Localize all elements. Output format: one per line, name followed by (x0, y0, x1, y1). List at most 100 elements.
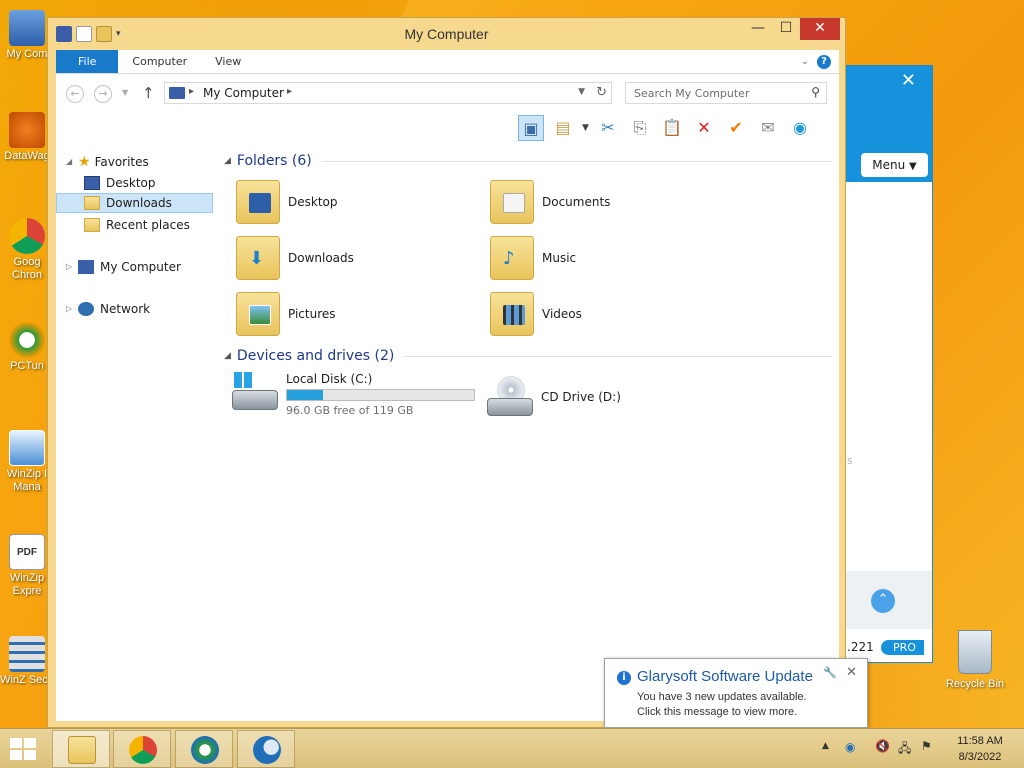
dropdown-icon[interactable]: ▼ (582, 123, 589, 133)
preview-pane-icon[interactable]: ▣ (518, 115, 544, 141)
breadcrumb-separator-icon[interactable]: ▸ (287, 86, 292, 97)
folder-pictures[interactable]: Pictures (236, 289, 466, 339)
desktop-icon-google-chrome[interactable]: Goog Chron (0, 218, 54, 282)
collapsed-arrow-icon[interactable]: ▷ (66, 299, 76, 319)
desktop-icon-winzip-express[interactable]: PDF WinZip Expre (0, 534, 54, 598)
maximize-button[interactable]: ☐ (772, 18, 800, 40)
cut-icon[interactable]: ✂ (595, 115, 621, 141)
notification-line-1: You have 3 new updates available. (637, 691, 807, 703)
drive-c-usage-bar (286, 389, 475, 401)
system-clock[interactable]: 11:58 AM 8/3/2022 (950, 733, 1010, 765)
glary-close-icon[interactable]: ✕ (901, 70, 916, 91)
expanded-arrow-icon[interactable]: ◢ (66, 152, 76, 172)
hard-drive-icon (232, 372, 278, 412)
nav-recent-places[interactable]: Recent places (84, 215, 190, 235)
devices-group-header[interactable]: ◢ Devices and drives (2) (224, 348, 832, 364)
delete-icon[interactable]: ✕ (691, 115, 717, 141)
network-tray-icon[interactable]: 🖧 (898, 739, 911, 760)
minimize-button[interactable]: — (744, 18, 772, 40)
glary-tray-icon[interactable]: ◉ (845, 740, 855, 754)
tab-computer[interactable]: Computer (118, 50, 201, 73)
action-center-flag-icon[interactable]: ⚑ (921, 739, 932, 753)
glary-header: ✕ Menu ▼ (839, 66, 932, 182)
folder-music[interactable]: ♪ Music (490, 233, 720, 283)
windows-logo-icon (10, 738, 22, 748)
glary-moon-icon (253, 736, 281, 764)
breadcrumb-separator-icon[interactable]: ▸ (189, 86, 194, 97)
collapse-group-icon[interactable]: ◢ (224, 351, 231, 361)
update-notification[interactable]: i Glarysoft Software Update You have 3 n… (604, 658, 868, 728)
expand-ribbon-icon[interactable]: ⌄ (801, 50, 809, 73)
help-icon[interactable]: ? (817, 55, 831, 69)
nav-my-computer[interactable]: ▷ My Computer (66, 257, 181, 277)
window-title: My Computer (404, 26, 489, 42)
taskbar-pctuneup[interactable] (175, 730, 233, 768)
caret-down-icon: ▼ (909, 161, 917, 172)
address-dropdown-icon[interactable]: ▼ (578, 87, 585, 97)
desktop-icon-my-computer[interactable]: My Com (0, 10, 54, 61)
nav-favorites[interactable]: ◢ ★ Favorites (66, 152, 149, 172)
collapsed-arrow-icon[interactable]: ▷ (66, 257, 76, 277)
tab-view[interactable]: View (201, 50, 255, 73)
nav-downloads[interactable]: Downloads (56, 193, 213, 213)
folder-videos[interactable]: Videos (490, 289, 720, 339)
rename-check-icon[interactable]: ✔ (723, 115, 749, 141)
star-icon: ★ (78, 154, 91, 170)
properties-folder-icon[interactable]: ▤ (550, 115, 576, 141)
taskbar-chrome[interactable] (113, 730, 171, 768)
folder-desktop[interactable]: Desktop (236, 177, 466, 227)
windows-logo-icon (234, 372, 252, 388)
copy-icon[interactable]: ⎘ (627, 115, 653, 141)
desktop-icon-winzip-image-manager[interactable]: WinZip I Mana (0, 430, 54, 494)
search-box[interactable]: Search My Computer ⚲ (625, 82, 827, 104)
search-icon[interactable]: ⚲ (811, 85, 820, 99)
pdf-icon: PDF (9, 534, 45, 570)
refresh-icon[interactable]: ↻ (596, 85, 607, 100)
desktop-icon-datawag[interactable]: DataWag (0, 112, 54, 163)
search-input[interactable]: Search My Computer (634, 87, 749, 100)
globe-icon[interactable]: ◉ (787, 115, 813, 141)
recent-locations-icon[interactable]: ▼ (122, 88, 128, 97)
taskbar-glary-utilities[interactable] (237, 730, 295, 768)
forward-button[interactable]: → (94, 85, 112, 103)
show-hidden-icons-icon[interactable]: ▲ (822, 741, 829, 751)
drive-c[interactable]: Local Disk (C:) 96.0 GB free of 119 GB (232, 372, 475, 417)
clock-time: 11:58 AM (957, 735, 1003, 747)
documents-folder-icon (490, 180, 534, 224)
music-folder-icon: ♪ (490, 236, 534, 280)
up-arrow-icon[interactable]: ↑ (142, 84, 155, 102)
glary-menu-button[interactable]: Menu ▼ (861, 153, 928, 177)
taskbar-file-explorer[interactable] (52, 730, 110, 768)
address-path[interactable]: My Computer (203, 86, 284, 100)
start-button[interactable] (8, 737, 36, 761)
email-icon[interactable]: ✉ (755, 115, 781, 141)
desktop-icon-recycle-bin[interactable]: Recycle Bin (942, 630, 1008, 690)
desktop-folder-icon (236, 180, 280, 224)
close-button[interactable]: ✕ (800, 18, 840, 40)
network-icon (78, 302, 94, 316)
paste-icon[interactable]: 📋 (659, 115, 685, 141)
wrench-icon[interactable]: 🔧 (823, 666, 837, 679)
notification-line-2: Click this message to view more. (637, 706, 798, 718)
desktop-icon-winzip-secure[interactable]: WinZ Secu (0, 636, 54, 687)
computer-icon (9, 10, 45, 46)
nav-network[interactable]: ▷ Network (66, 299, 150, 319)
desktop-icon-pctuneup[interactable]: PCTun (0, 322, 54, 373)
nav-desktop[interactable]: Desktop (84, 173, 156, 193)
cd-drive-icon (487, 376, 533, 416)
drive-c-free-space: 96.0 GB free of 119 GB (286, 404, 414, 417)
scroll-up-icon[interactable]: ⌃ (871, 589, 895, 613)
folders-group-header[interactable]: ◢ Folders (6) (224, 153, 832, 169)
taskbar: ▲ ◉ 🔇 🖧 ⚑ 11:58 AM 8/3/2022 (0, 728, 1024, 768)
folder-downloads[interactable]: ⬇ Downloads (236, 233, 466, 283)
address-bar[interactable]: ▸ My Computer ▸ ▼ ↻ (164, 82, 612, 104)
tab-file[interactable]: File (56, 50, 119, 73)
collapse-group-icon[interactable]: ◢ (224, 156, 231, 166)
recycle-bin-icon (958, 630, 992, 674)
back-button[interactable]: ← (66, 85, 84, 103)
datawag-icon (9, 112, 45, 148)
folder-documents[interactable]: Documents (490, 177, 720, 227)
drive-d[interactable]: CD Drive (D:) (487, 376, 621, 416)
notification-close-icon[interactable]: ✕ (846, 665, 857, 680)
volume-muted-icon[interactable]: 🔇 (875, 739, 890, 753)
